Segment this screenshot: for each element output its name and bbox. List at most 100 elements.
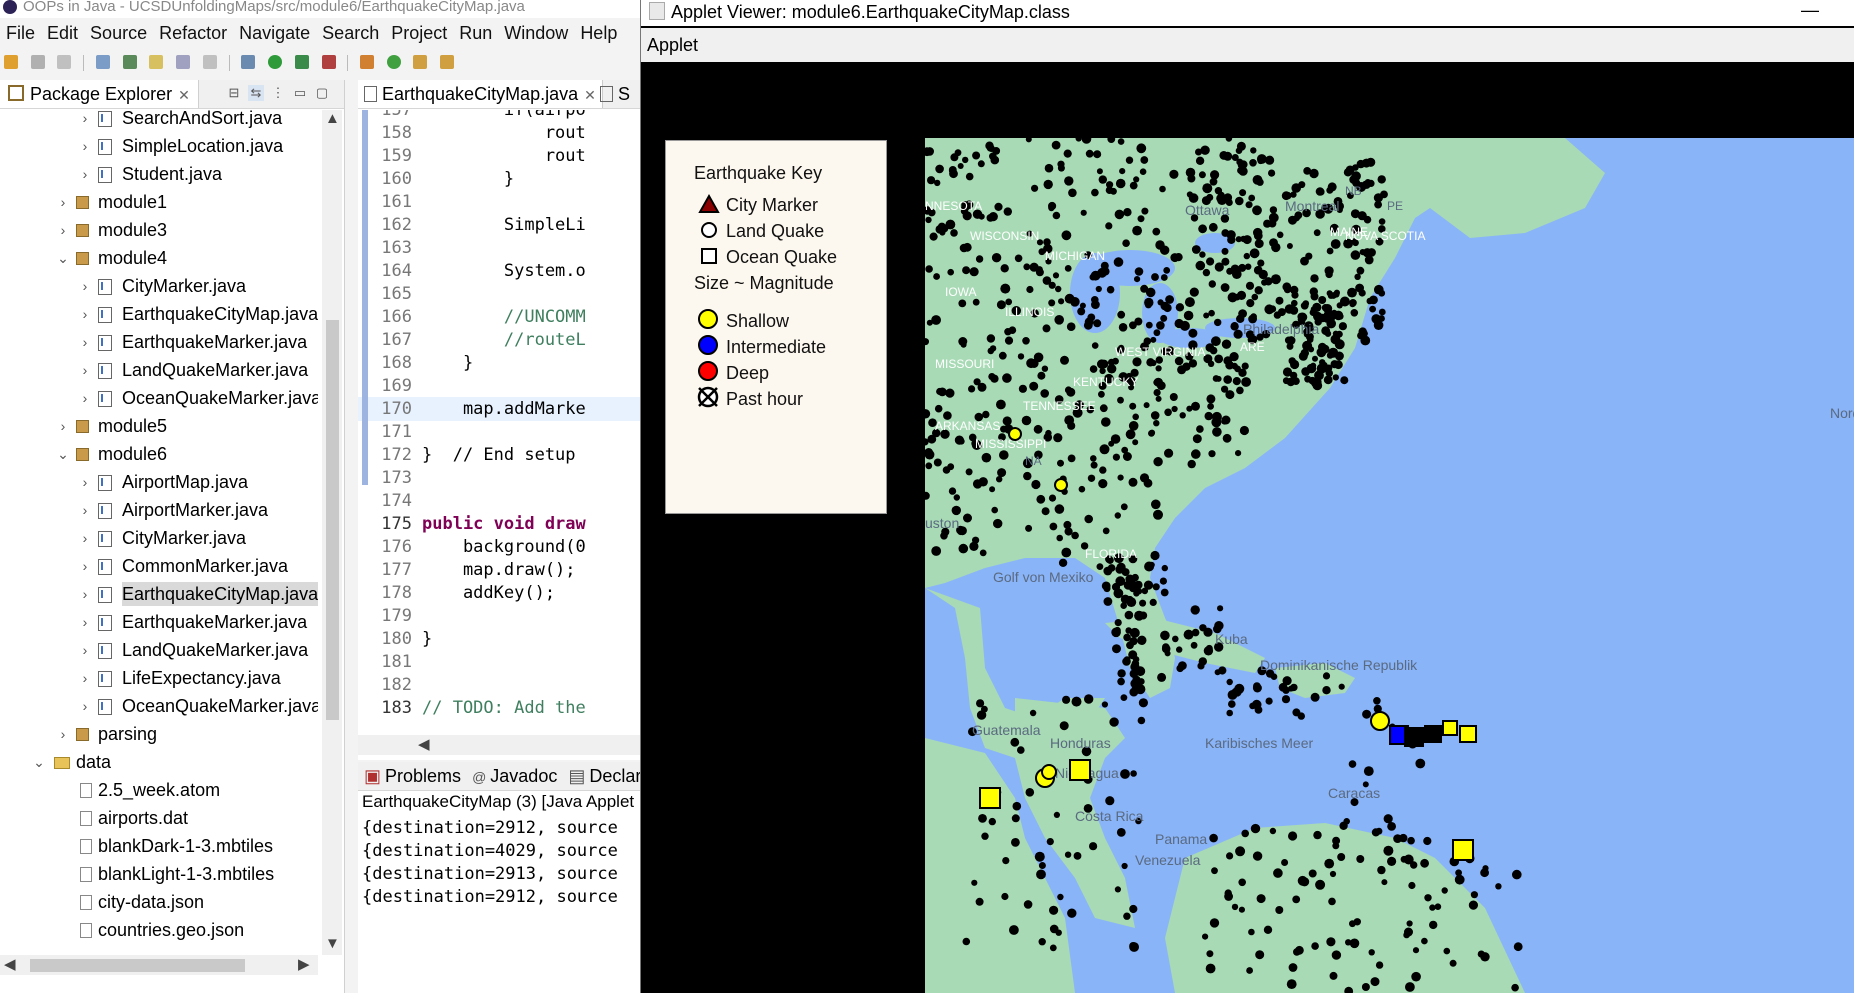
tree-item[interactable]: blankLight-1-3.mbtiles: [0, 862, 318, 886]
scroll-left-icon[interactable]: ◀: [4, 955, 16, 973]
show-whitespace-icon[interactable]: [202, 55, 217, 69]
open-type-icon[interactable]: [95, 55, 110, 69]
tree-item[interactable]: 2.5_week.atom: [0, 778, 318, 802]
tree-item[interactable]: › module3: [0, 218, 318, 242]
tree-item[interactable]: › module5: [0, 414, 318, 438]
block-selection-icon[interactable]: [176, 55, 191, 69]
menu-window[interactable]: Window: [498, 20, 574, 44]
run-icon[interactable]: [268, 55, 283, 69]
tree-item[interactable]: › CityMarker.java: [0, 526, 318, 550]
chevron-right-icon[interactable]: ›: [78, 134, 92, 158]
tree-item[interactable]: › CommonMarker.java: [0, 554, 318, 578]
scroll-thumb[interactable]: [326, 320, 339, 720]
chevron-right-icon[interactable]: ›: [56, 722, 70, 746]
tree-item[interactable]: › module1: [0, 190, 318, 214]
menu-source[interactable]: Source: [84, 20, 153, 44]
tree-item[interactable]: countries.geo.json: [0, 918, 318, 942]
chevron-right-icon[interactable]: ›: [78, 274, 92, 298]
tab-problems[interactable]: Problems: [385, 766, 461, 786]
tree-item[interactable]: › CityMarker.java: [0, 274, 318, 298]
chevron-right-icon[interactable]: ›: [78, 358, 92, 382]
earthquake-map[interactable]: NNESOTA Ottawa Montreal NB PE WISCONSIN MAINE N…: [925, 138, 1854, 993]
tree-item[interactable]: city-data.json: [0, 890, 318, 914]
tree-item[interactable]: › LandQuakeMarker.java: [0, 638, 318, 662]
tree-item[interactable]: › EarthquakeCityMap.java: [0, 302, 318, 326]
chevron-right-icon[interactable]: ›: [78, 554, 92, 578]
chevron-right-icon[interactable]: ›: [78, 386, 92, 410]
menu-applet[interactable]: Applet: [647, 35, 698, 55]
coverage-icon[interactable]: [294, 55, 309, 69]
open-folder-icon[interactable]: [413, 55, 428, 69]
chevron-down-icon[interactable]: ⌄: [56, 246, 70, 270]
tree-item[interactable]: › LandQuakeMarker.java: [0, 358, 318, 382]
chevron-right-icon[interactable]: ›: [78, 610, 92, 634]
menu-navigate[interactable]: Navigate: [233, 20, 316, 44]
tree-item[interactable]: › Student.java: [0, 162, 318, 186]
package-explorer-hscroll[interactable]: ◀ ▶: [0, 955, 318, 975]
tree-item[interactable]: blankDark-1-3.mbtiles: [0, 834, 318, 858]
minimize-button[interactable]: —: [1801, 0, 1819, 21]
chevron-right-icon[interactable]: ›: [78, 582, 92, 606]
tree-item[interactable]: › parsing: [0, 722, 318, 746]
chevron-right-icon[interactable]: ›: [78, 694, 92, 718]
tree-item[interactable]: airports.dat: [0, 806, 318, 830]
save-all-icon[interactable]: [57, 55, 72, 69]
chevron-right-icon[interactable]: ›: [56, 190, 70, 214]
chevron-down-icon[interactable]: ⌄: [56, 442, 70, 466]
scroll-down-icon[interactable]: ▼: [325, 935, 340, 952]
chevron-right-icon[interactable]: ›: [56, 414, 70, 438]
menu-project[interactable]: Project: [385, 20, 453, 44]
scroll-thumb[interactable]: [30, 959, 245, 972]
scroll-up-icon[interactable]: ▲: [325, 110, 340, 127]
close-icon[interactable]: ✕: [178, 87, 190, 103]
tree-item[interactable]: ⌄ data: [0, 750, 318, 774]
mark-occurrences-icon[interactable]: [149, 55, 164, 69]
chevron-right-icon[interactable]: ›: [78, 330, 92, 354]
new-java-project-icon[interactable]: [360, 55, 375, 69]
view-menu-icon[interactable]: ⋮: [270, 85, 286, 101]
maximize-icon[interactable]: ▢: [314, 85, 330, 101]
scroll-right-icon[interactable]: ▶: [298, 955, 310, 973]
tree-item[interactable]: ⌄ module6: [0, 442, 318, 466]
toggle-breadcrumb-icon[interactable]: [122, 55, 137, 69]
minimize-icon[interactable]: ▭: [292, 85, 308, 101]
applet-canvas[interactable]: NNESOTA Ottawa Montreal NB PE WISCONSIN MAINE N…: [641, 62, 1854, 993]
tree-item[interactable]: › EarthquakeMarker.java: [0, 330, 318, 354]
menu-search[interactable]: Search: [316, 20, 385, 44]
new-icon[interactable]: [4, 55, 18, 69]
menu-edit[interactable]: Edit: [41, 20, 84, 44]
collapse-all-icon[interactable]: ⊟: [226, 85, 242, 101]
chevron-right-icon[interactable]: ›: [56, 218, 70, 242]
tree-item[interactable]: › SearchAndSort.java: [0, 110, 318, 130]
menu-run[interactable]: Run: [453, 20, 498, 44]
chevron-right-icon[interactable]: ›: [78, 110, 92, 130]
package-explorer-tab[interactable]: Package Explorer ✕: [0, 80, 199, 108]
chevron-right-icon[interactable]: ›: [78, 470, 92, 494]
debug-icon[interactable]: [241, 55, 256, 69]
tree-item[interactable]: › LifeExpectancy.java: [0, 666, 318, 690]
tree-item[interactable]: › OceanQuakeMarker.java: [0, 386, 318, 410]
code-area[interactable]: 157 if(airpo 158 rout 159 rout 160 } 161 162 …: [358, 110, 640, 750]
tree-item[interactable]: › AirportMarker.java: [0, 498, 318, 522]
menu-refactor[interactable]: Refactor: [153, 20, 233, 44]
chevron-right-icon[interactable]: ›: [78, 162, 92, 186]
chevron-right-icon[interactable]: ›: [78, 302, 92, 326]
tab-javadoc[interactable]: Javadoc: [490, 766, 557, 786]
tree-item[interactable]: › AirportMap.java: [0, 470, 318, 494]
menu-help[interactable]: Help: [574, 20, 623, 44]
tree-item[interactable]: › EarthquakeMarker.java: [0, 610, 318, 634]
map-svg[interactable]: NNESOTA Ottawa MontrealNBPEWISCONSIN MAINEN…: [925, 138, 1854, 993]
scroll-left-icon[interactable]: ◀: [418, 735, 430, 753]
chevron-right-icon[interactable]: ›: [78, 526, 92, 550]
menu-file[interactable]: File: [0, 20, 41, 44]
new-class-icon[interactable]: [386, 55, 401, 69]
tree-item[interactable]: › EarthquakeCityMap.java: [0, 582, 318, 606]
tab-declaration[interactable]: Declara: [589, 766, 640, 786]
tree-item[interactable]: › OceanQuakeMarker.java: [0, 694, 318, 718]
chevron-right-icon[interactable]: ›: [78, 666, 92, 690]
external-tools-icon[interactable]: [321, 55, 336, 69]
chevron-down-icon[interactable]: ⌄: [32, 750, 46, 774]
editor-tab-second[interactable]: S: [594, 80, 636, 108]
tree-item[interactable]: › SimpleLocation.java: [0, 134, 318, 158]
editor-hscroll[interactable]: ◀: [358, 735, 640, 755]
